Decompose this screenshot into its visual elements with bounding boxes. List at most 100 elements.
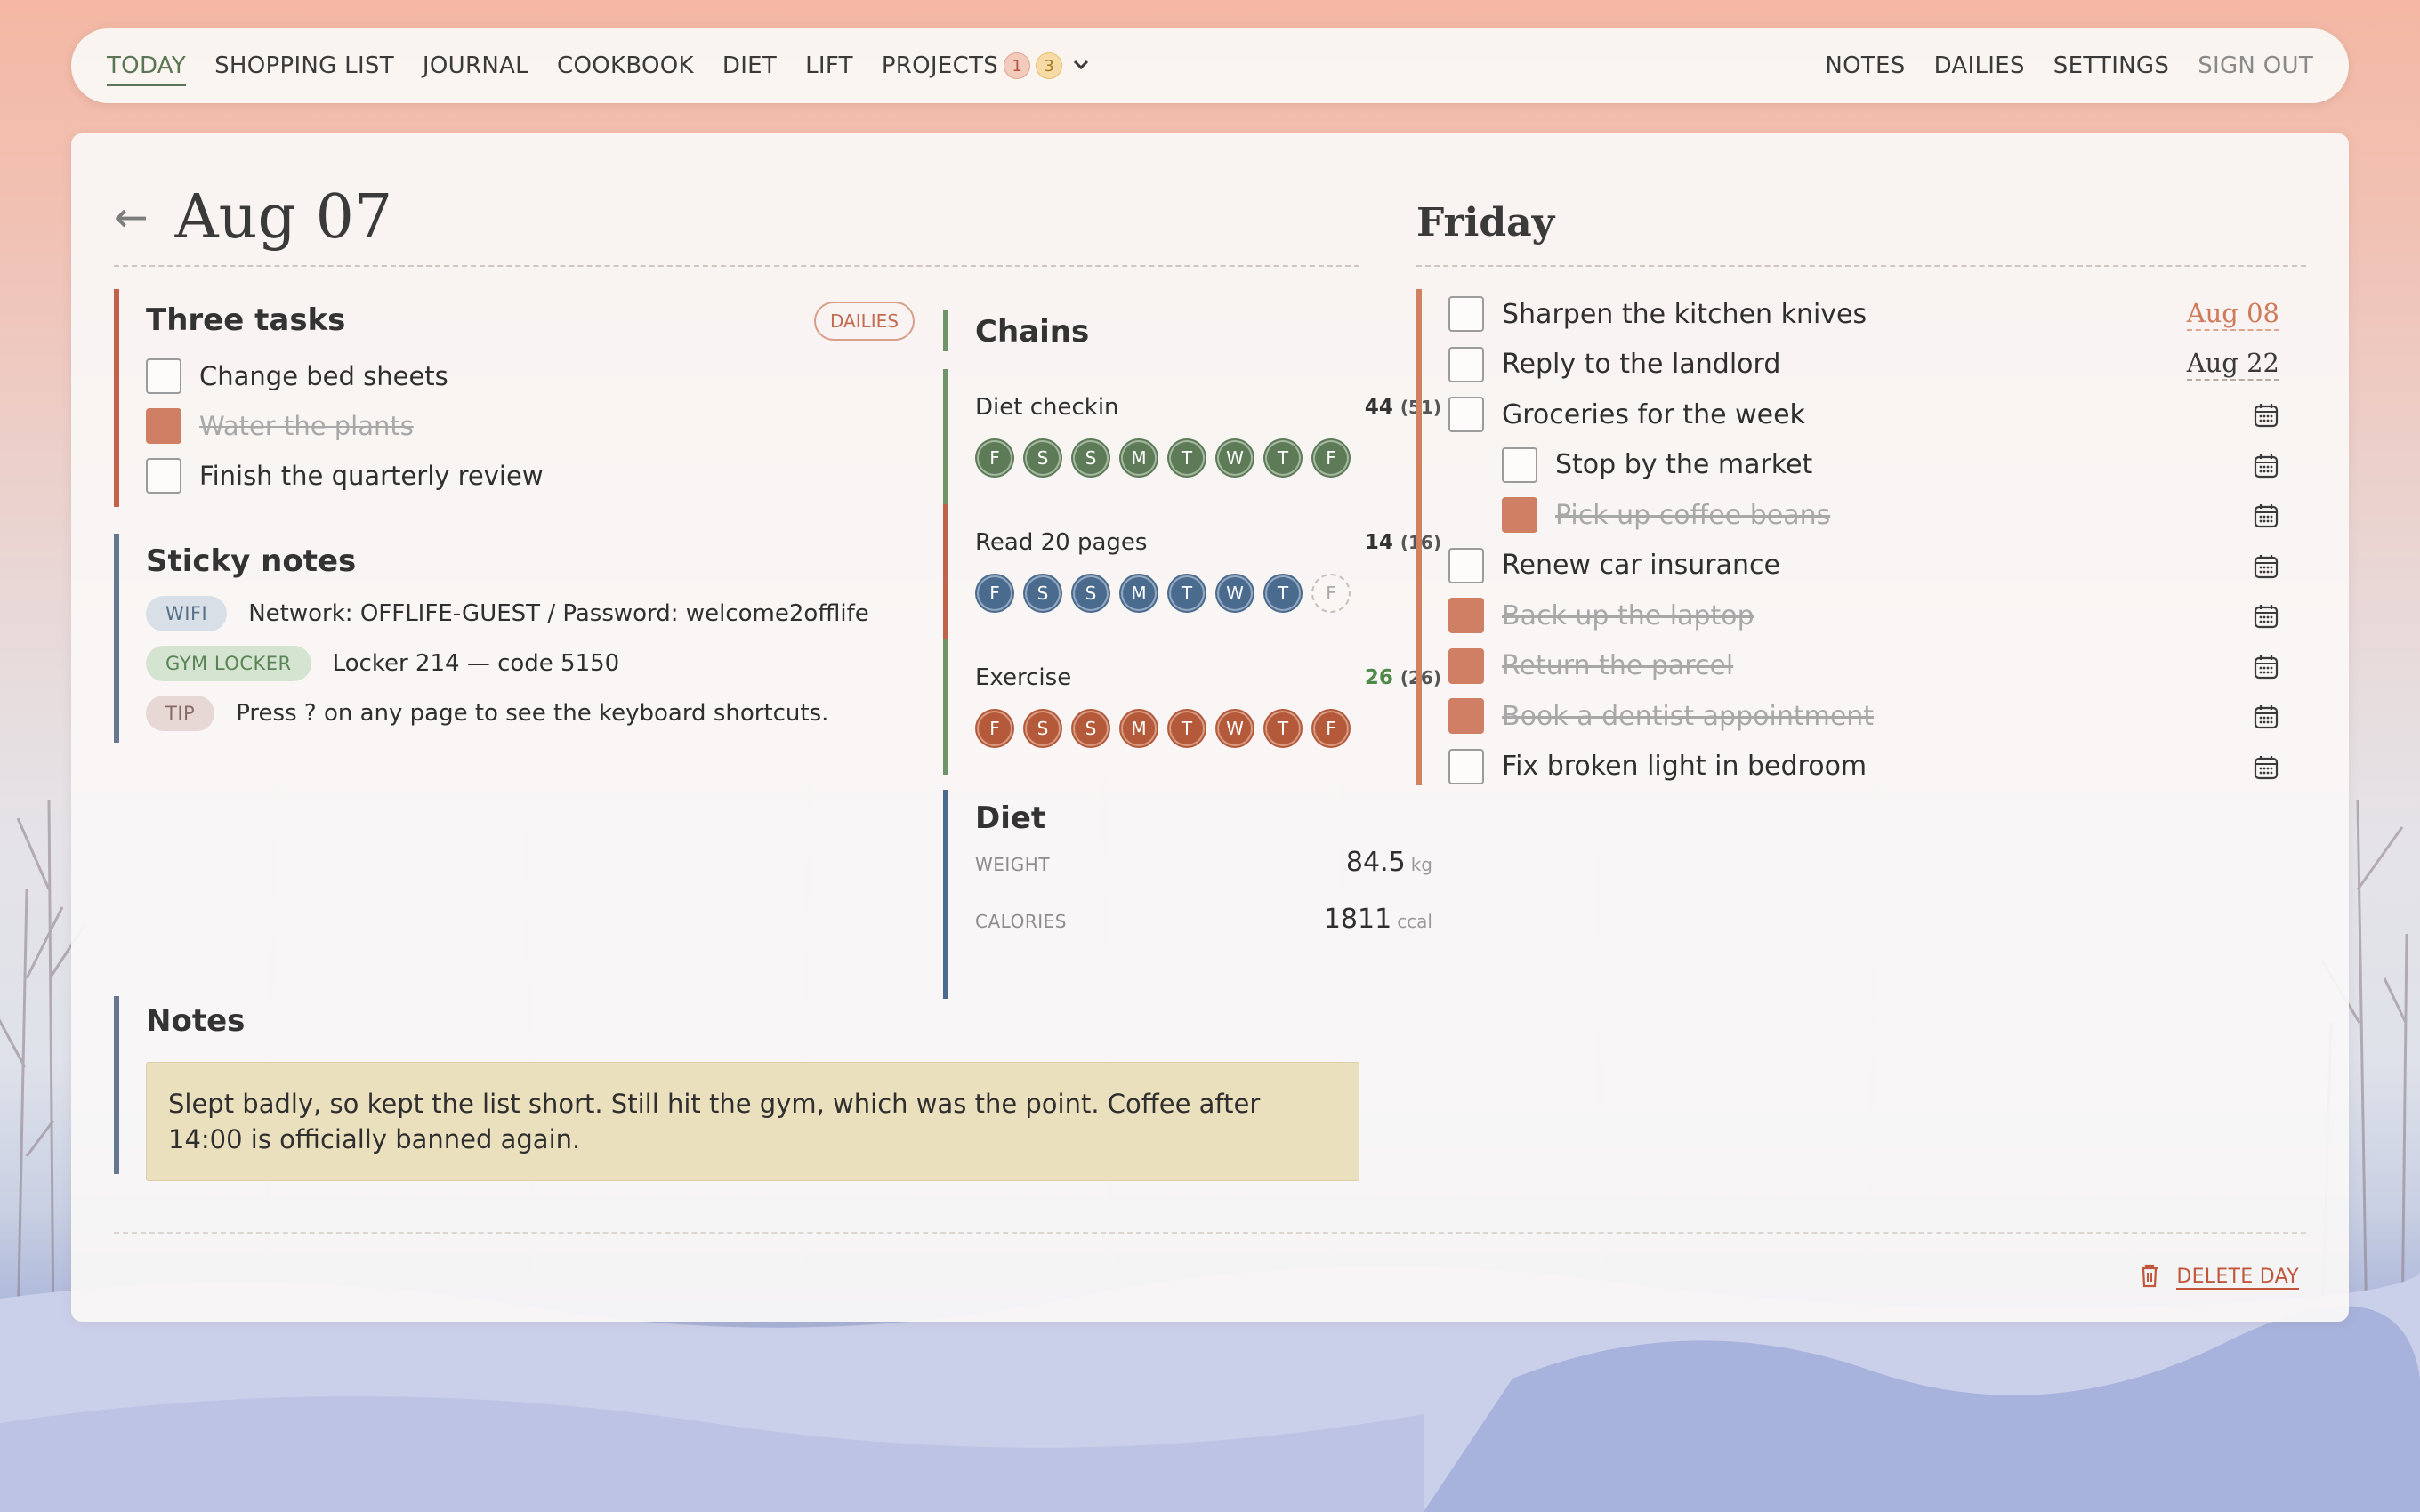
nav-notes[interactable]: NOTES xyxy=(1825,52,1905,79)
footer-divider xyxy=(114,1232,2306,1234)
nav-journal[interactable]: JOURNAL xyxy=(423,52,528,79)
sticky-text: Locker 214 — code 5150 xyxy=(332,650,620,677)
task-checkbox-checked[interactable] xyxy=(1448,598,1484,634)
task-checkbox-checked[interactable] xyxy=(146,408,182,444)
nav-diet[interactable]: DIET xyxy=(722,52,777,79)
trash-icon xyxy=(2139,1263,2160,1291)
task-checkbox[interactable] xyxy=(1448,748,1484,784)
chains-card: Chains Diet checkin 44(51) F S S M T W T… xyxy=(943,307,1441,775)
diet-card: Diet WEIGHT 84.5 kg CALORIES 1811 ccal xyxy=(943,790,1441,999)
nav-today[interactable]: TODAY xyxy=(107,52,187,86)
diet-calories-row[interactable]: CALORIES 1811 ccal xyxy=(975,904,1441,961)
chain-day[interactable]: F xyxy=(975,574,1014,613)
task-label[interactable]: Reply to the landlord xyxy=(1502,349,1780,380)
chain-day[interactable]: F xyxy=(1311,709,1351,748)
nav-lift[interactable]: LIFT xyxy=(805,52,853,79)
chain-day[interactable]: T xyxy=(1167,438,1206,478)
calories-label: CALORIES xyxy=(975,911,1067,932)
task-checkbox[interactable] xyxy=(146,458,182,494)
task-checkbox-checked[interactable] xyxy=(1502,497,1537,534)
nav-cookbook[interactable]: COOKBOOK xyxy=(557,52,694,79)
task-checkbox[interactable] xyxy=(1502,446,1537,483)
calendar-icon[interactable] xyxy=(2253,704,2279,734)
calendar-icon[interactable] xyxy=(2253,402,2279,432)
chain-day[interactable]: S xyxy=(1023,438,1062,478)
due-date[interactable]: Aug 22 xyxy=(2186,348,2279,382)
calendar-icon[interactable] xyxy=(2253,453,2279,483)
chain-day[interactable]: W xyxy=(1215,438,1254,478)
calendar-icon[interactable] xyxy=(2253,503,2279,533)
task-row: Fix broken light in bedroom xyxy=(1448,742,2306,792)
task-label[interactable]: Pick up coffee beans xyxy=(1555,500,1830,531)
chain-day[interactable]: S xyxy=(1071,574,1110,613)
task-label[interactable]: Finish the quarterly review xyxy=(199,461,544,491)
calendar-icon[interactable] xyxy=(2253,553,2279,583)
task-label[interactable]: Return the parcel xyxy=(1502,650,1733,681)
chain-day-empty[interactable]: F xyxy=(1311,574,1351,613)
nav-projects[interactable]: PROJECTS xyxy=(882,52,998,79)
card-accent-bar xyxy=(943,639,948,775)
three-tasks-card: Three tasks DAILIES Change bed sheets Wa… xyxy=(114,289,915,507)
chain-day[interactable]: F xyxy=(975,709,1014,748)
nav-sign-out[interactable]: SIGN OUT xyxy=(2198,52,2313,79)
diet-weight-row[interactable]: WEIGHT 84.5 kg xyxy=(975,847,1441,904)
task-label[interactable]: Stop by the market xyxy=(1555,449,1812,480)
sticky-note[interactable]: WIFI Network: OFFLIFE-GUEST / Password: … xyxy=(146,589,915,639)
note-text[interactable]: Slept badly, so kept the list short. Sti… xyxy=(146,1062,1359,1181)
task-label[interactable]: Renew car insurance xyxy=(1502,550,1780,581)
task-label[interactable]: Water the plants xyxy=(199,411,414,441)
chain-name: Exercise xyxy=(975,664,1072,691)
nav-shopping-list[interactable]: SHOPPING LIST xyxy=(214,52,394,79)
back-arrow-icon[interactable]: ← xyxy=(114,193,149,241)
task-checkbox[interactable] xyxy=(1448,547,1484,583)
task-checkbox-checked[interactable] xyxy=(1448,698,1484,735)
task-label[interactable]: Book a dentist appointment xyxy=(1502,701,1874,732)
card-accent-bar xyxy=(943,310,948,351)
sticky-note[interactable]: GYM LOCKER Locker 214 — code 5150 xyxy=(146,639,915,688)
task-label[interactable]: Change bed sheets xyxy=(199,361,448,391)
due-date[interactable]: Aug 08 xyxy=(2186,298,2279,331)
chain-day[interactable]: T xyxy=(1263,574,1303,613)
nav-projects-group[interactable]: PROJECTS 1 3 xyxy=(882,52,1091,79)
dailies-button[interactable]: DAILIES xyxy=(813,302,915,341)
chain-day[interactable]: T xyxy=(1263,709,1303,748)
chain-day[interactable]: F xyxy=(975,438,1014,478)
chain-diet-checkin: Diet checkin 44(51) F S S M T W T F xyxy=(943,369,1441,504)
chain-day[interactable]: S xyxy=(1023,709,1062,748)
nav-settings[interactable]: SETTINGS xyxy=(2053,52,2169,79)
chain-day[interactable]: M xyxy=(1119,709,1158,748)
chain-day[interactable]: S xyxy=(1071,438,1110,478)
chain-day[interactable]: S xyxy=(1071,709,1110,748)
day-panel: ← Aug 07 Friday Three tasks DAILIES Chan… xyxy=(71,133,2349,1322)
weekday-header: Friday xyxy=(1416,169,2306,267)
task-checkbox[interactable] xyxy=(1448,346,1484,382)
calendar-icon[interactable] xyxy=(2253,654,2279,684)
nav-dailies[interactable]: DAILIES xyxy=(1934,52,2025,79)
chain-day[interactable]: S xyxy=(1023,574,1062,613)
calendar-icon[interactable] xyxy=(2253,754,2279,784)
task-label[interactable]: Sharpen the kitchen knives xyxy=(1502,299,1867,330)
chain-day[interactable]: F xyxy=(1311,438,1351,478)
card-accent-bar xyxy=(943,790,948,999)
task-checkbox[interactable] xyxy=(1448,397,1484,433)
chain-day[interactable]: M xyxy=(1119,574,1158,613)
task-row: Renew car insurance xyxy=(1448,541,2306,591)
chain-day[interactable]: T xyxy=(1167,574,1206,613)
sticky-text: Network: OFFLIFE-GUEST / Password: welco… xyxy=(248,600,869,627)
task-checkbox[interactable] xyxy=(146,358,182,394)
chevron-down-icon[interactable] xyxy=(1071,54,1091,77)
delete-day-button[interactable]: DELETE DAY xyxy=(2139,1263,2299,1291)
task-checkbox-checked[interactable] xyxy=(1448,647,1484,684)
task-checkbox[interactable] xyxy=(1448,296,1484,333)
chain-day[interactable]: T xyxy=(1263,438,1303,478)
task-label[interactable]: Back up the laptop xyxy=(1502,600,1754,631)
chain-day[interactable]: T xyxy=(1167,709,1206,748)
task-label[interactable]: Groceries for the week xyxy=(1502,399,1805,430)
chain-day[interactable]: M xyxy=(1119,438,1158,478)
sticky-note[interactable]: TIP Press ? on any page to see the keybo… xyxy=(146,688,915,738)
chain-day[interactable]: W xyxy=(1215,709,1254,748)
chain-day[interactable]: W xyxy=(1215,574,1254,613)
chain-exercise: Exercise 26(26) F S S M T W T F xyxy=(943,639,1441,775)
task-label[interactable]: Fix broken light in bedroom xyxy=(1502,751,1867,782)
calendar-icon[interactable] xyxy=(2253,603,2279,633)
